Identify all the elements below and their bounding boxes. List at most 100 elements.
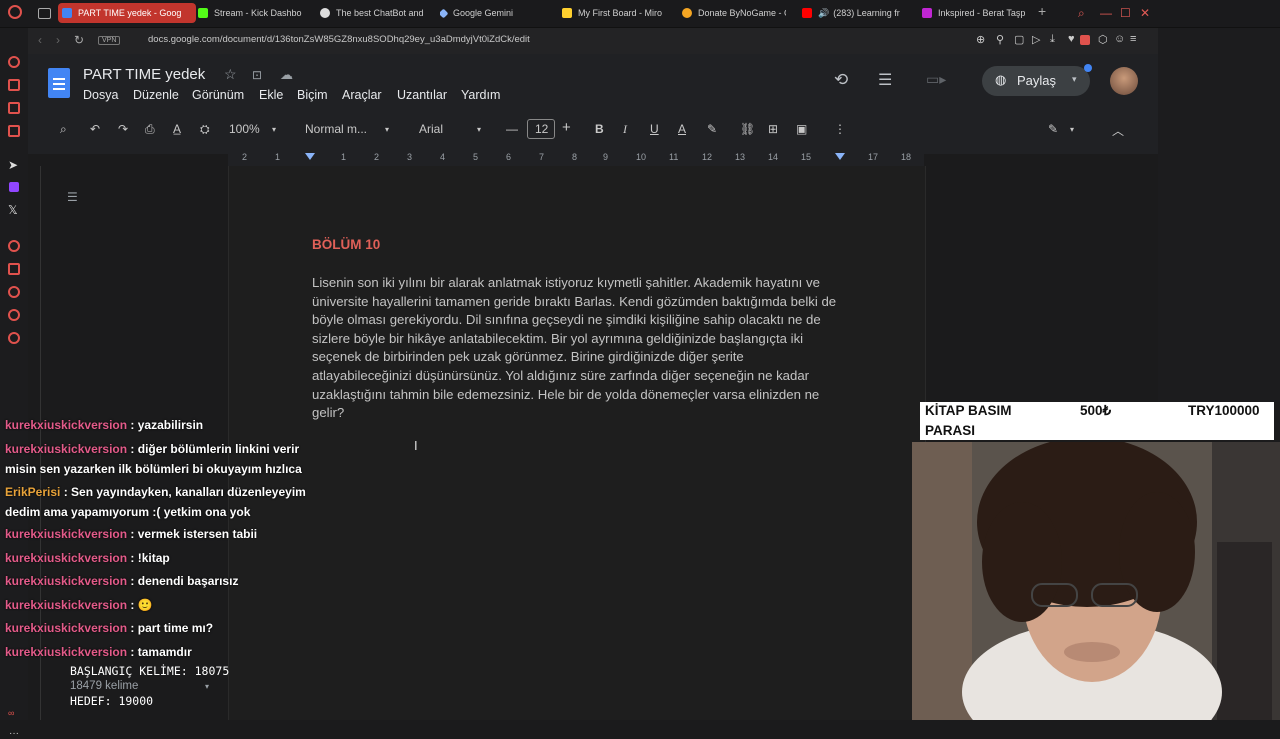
close-window-icon[interactable]: ✕ bbox=[1140, 6, 1150, 20]
right-indent-marker[interactable] bbox=[835, 153, 845, 160]
menu-tools[interactable]: Araçlar bbox=[342, 88, 382, 102]
sidebar-aria-icon[interactable] bbox=[8, 56, 20, 68]
meet-icon[interactable]: ▭▸ bbox=[926, 71, 946, 88]
forward-icon[interactable]: › bbox=[56, 33, 60, 47]
extension-red-icon[interactable] bbox=[1080, 35, 1090, 45]
tab-miro[interactable]: My First Board - Miro bbox=[562, 3, 667, 23]
minimize-icon[interactable]: — bbox=[1100, 6, 1112, 20]
sidebar-twitch-icon[interactable] bbox=[9, 182, 19, 192]
zoom-select[interactable]: 100% bbox=[229, 122, 260, 136]
decrease-font-size-icon[interactable]: — bbox=[506, 122, 518, 136]
menu-edit[interactable]: Düzenle bbox=[133, 88, 179, 102]
chapter-heading[interactable]: BÖLÜM 10 bbox=[312, 237, 380, 252]
document-title[interactable]: PART TIME yedek bbox=[83, 66, 205, 83]
tab-gemini[interactable]: Google Gemini bbox=[440, 3, 550, 23]
underline-icon[interactable]: U bbox=[650, 122, 659, 136]
url-field[interactable]: docs.google.com/document/d/136tonZsW85GZ… bbox=[148, 34, 530, 45]
menu-help[interactable]: Yardım bbox=[461, 88, 500, 102]
docs-logo-icon[interactable] bbox=[48, 68, 70, 98]
increase-font-size-icon[interactable]: + bbox=[562, 119, 571, 136]
sidebar-chat-icon[interactable] bbox=[8, 102, 20, 114]
paint-format-icon[interactable]: ⛭ bbox=[200, 122, 210, 137]
maximize-icon[interactable]: ☐ bbox=[1120, 6, 1131, 20]
sidebar-history-icon[interactable] bbox=[8, 286, 20, 298]
back-icon[interactable]: ‹ bbox=[38, 33, 42, 47]
undo-icon[interactable]: ↶ bbox=[90, 122, 100, 136]
pin-icon[interactable]: ⚲ bbox=[996, 33, 1004, 46]
player-icon[interactable]: ▷ bbox=[1032, 33, 1040, 46]
sidebar-more-icon[interactable]: ··· bbox=[9, 728, 19, 739]
editing-mode-icon[interactable]: ✎ bbox=[1048, 122, 1058, 136]
ruler-tick: 10 bbox=[636, 152, 647, 162]
opera-logo-icon[interactable] bbox=[8, 5, 22, 19]
extensions-icon[interactable]: ⬡ bbox=[1098, 33, 1108, 46]
sidebar-bag-icon[interactable] bbox=[8, 79, 20, 91]
version-history-icon[interactable]: ⟲ bbox=[834, 70, 848, 90]
style-select[interactable]: Normal m... bbox=[305, 122, 367, 136]
search-icon[interactable]: ⌕ bbox=[60, 122, 67, 137]
font-select[interactable]: Arial bbox=[419, 122, 443, 136]
left-indent-marker[interactable] bbox=[305, 153, 315, 160]
tab-label: Google Gemini bbox=[453, 8, 514, 18]
highlight-icon[interactable]: ✎ bbox=[707, 122, 717, 136]
redo-icon[interactable]: ↷ bbox=[118, 122, 128, 136]
link-icon[interactable]: ⛓ bbox=[740, 122, 755, 136]
tab-donate[interactable]: Donate ByNoGame - C bbox=[682, 3, 786, 23]
chat-message: kurekxiuskickversion : denendi başarısız bbox=[5, 572, 310, 592]
sidebar-bookmark-icon[interactable] bbox=[8, 263, 20, 275]
menu-file[interactable]: Dosya bbox=[83, 88, 118, 102]
tab-kick[interactable]: Stream - Kick Dashbo bbox=[198, 3, 303, 23]
profile-icon[interactable]: ☺ bbox=[1114, 33, 1125, 45]
move-folder-icon[interactable]: ⊡ bbox=[252, 68, 262, 82]
bold-icon[interactable]: B bbox=[595, 122, 604, 136]
menu-extensions[interactable]: Uzantılar bbox=[397, 88, 447, 102]
snapshot-icon[interactable]: ▢ bbox=[1014, 33, 1024, 46]
italic-icon[interactable]: I bbox=[623, 122, 627, 137]
openai-favicon-icon bbox=[320, 8, 330, 18]
image-icon[interactable]: ▣ bbox=[796, 122, 807, 136]
tab-part-time[interactable]: PART TIME yedek - Goog bbox=[58, 3, 196, 23]
sidebar-settings-icon[interactable] bbox=[8, 332, 20, 344]
chat-text: : denendi başarısız bbox=[127, 574, 239, 588]
reload-icon[interactable]: ↻ bbox=[74, 33, 84, 47]
editing-mode-chevron-down-icon[interactable]: ▾ bbox=[1070, 125, 1074, 134]
menu-icon[interactable]: ≡ bbox=[1130, 33, 1136, 45]
sidebar-music-icon[interactable] bbox=[8, 240, 20, 252]
sidebar-telegram-icon[interactable]: ➤ bbox=[8, 158, 18, 172]
workspaces-icon[interactable] bbox=[38, 8, 51, 19]
more-options-icon[interactable]: ⋮ bbox=[834, 122, 846, 136]
comments-icon[interactable]: ☰ bbox=[878, 70, 892, 90]
tab-youtube[interactable]: 🔊 (283) Learning fr bbox=[802, 3, 907, 23]
zoom-icon[interactable]: ⊕ bbox=[976, 33, 985, 46]
collapse-menus-icon[interactable]: ︿ bbox=[1112, 122, 1124, 139]
avatar[interactable] bbox=[1110, 67, 1138, 95]
sidebar-mail-icon[interactable] bbox=[8, 125, 20, 137]
text-color-icon[interactable]: A bbox=[678, 122, 686, 136]
star-icon[interactable]: ☆ bbox=[224, 66, 237, 83]
new-tab-icon[interactable]: + bbox=[1038, 3, 1046, 19]
ruler-tick: 3 bbox=[407, 152, 413, 162]
print-icon[interactable]: ⎙ bbox=[145, 122, 155, 137]
body-paragraph[interactable]: Lisenin son iki yılını bir alarak anlatm… bbox=[312, 274, 842, 423]
tab-inkspired[interactable]: Inkspired - Berat Taşp bbox=[922, 3, 1028, 23]
menu-format[interactable]: Biçim bbox=[297, 88, 328, 102]
word-count[interactable]: 18479 kelime bbox=[70, 680, 138, 692]
sidebar-bottom-icon[interactable]: ∞ bbox=[8, 708, 14, 718]
word-count-chevron-down-icon[interactable]: ▾ bbox=[205, 682, 209, 691]
comment-add-icon[interactable]: ⊞ bbox=[768, 122, 778, 136]
browser-tab-bar: PART TIME yedek - Goog Stream - Kick Das… bbox=[0, 0, 1280, 28]
download-icon[interactable]: ⤓ bbox=[1050, 33, 1055, 46]
sidebar-x-icon[interactable]: 𝕏 bbox=[8, 203, 18, 217]
heart-icon[interactable]: ♥ bbox=[1068, 33, 1075, 45]
cloud-status-icon[interactable]: ☁ bbox=[280, 67, 293, 83]
spellcheck-icon[interactable]: A̲ bbox=[173, 122, 181, 136]
tab-chatbot[interactable]: The best ChatBot and bbox=[320, 3, 425, 23]
menu-insert[interactable]: Ekle bbox=[259, 88, 283, 102]
vpn-badge[interactable]: VPN bbox=[98, 36, 121, 45]
sidebar-pinboard-icon[interactable] bbox=[8, 309, 20, 321]
share-dropdown-icon[interactable]: ▾ bbox=[1072, 74, 1077, 85]
menu-view[interactable]: Görünüm bbox=[192, 88, 244, 102]
outline-icon[interactable]: ☰ bbox=[67, 190, 78, 204]
speaker-icon[interactable]: 🔊 bbox=[818, 8, 829, 19]
search-tabs-icon[interactable]: ⌕ bbox=[1078, 6, 1085, 21]
